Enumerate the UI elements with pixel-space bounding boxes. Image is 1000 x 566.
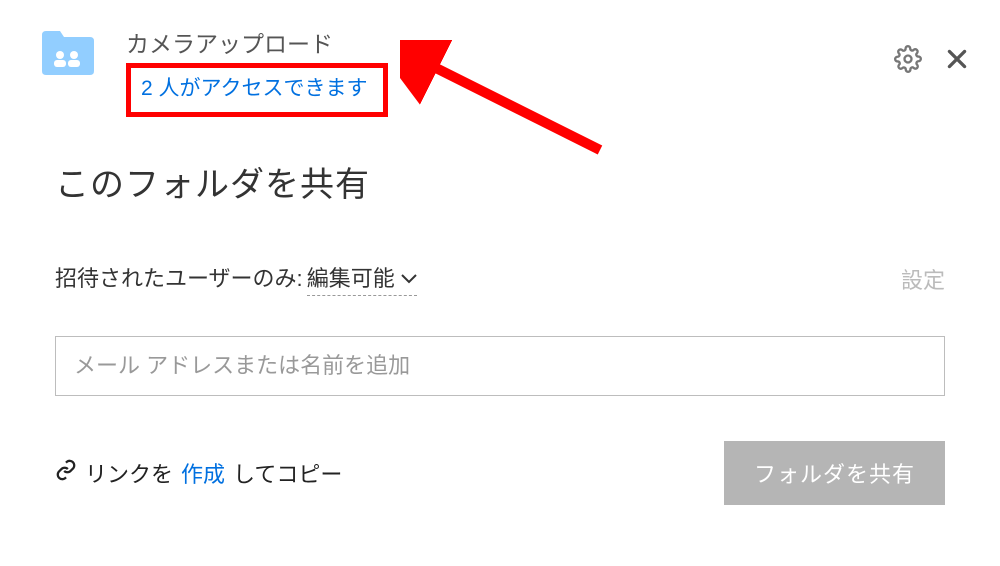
close-icon[interactable]	[944, 46, 970, 72]
dialog-body: このフォルダを共有 招待されたユーザーのみ: 編集可能 設定 リンクを 作成	[0, 127, 1000, 505]
permission-value-text: 編集可能	[307, 261, 395, 293]
permission-label: 招待されたユーザーのみ:	[55, 261, 303, 293]
access-count-link[interactable]: 2 人がアクセスできます	[141, 77, 367, 100]
folder-title: カメラアップロード	[126, 25, 894, 59]
invite-email-input[interactable]	[55, 336, 945, 396]
share-folder-button[interactable]: フォルダを共有	[724, 441, 945, 505]
header-actions	[894, 45, 970, 73]
dialog-header: カメラアップロード 2 人がアクセスできます	[0, 0, 1000, 127]
permission-row: 招待されたユーザーのみ: 編集可能 設定	[55, 261, 945, 296]
link-icon	[55, 459, 77, 487]
settings-gear-icon[interactable]	[894, 45, 922, 73]
folder-info: カメラアップロード 2 人がアクセスできます	[126, 25, 894, 117]
permission-selector: 招待されたユーザーのみ: 編集可能	[55, 261, 417, 296]
dialog-footer: リンクを 作成 してコピー フォルダを共有	[55, 441, 945, 505]
create-link-row: リンクを 作成 してコピー	[55, 457, 342, 489]
link-text-suffix: してコピー	[233, 457, 342, 489]
share-dialog-title: このフォルダを共有	[55, 157, 945, 206]
annotation-highlight-box: 2 人がアクセスできます	[126, 63, 388, 117]
chevron-down-icon	[401, 264, 417, 290]
shared-folder-icon	[40, 29, 96, 75]
link-text-prefix: リンクを	[85, 457, 173, 489]
permission-dropdown[interactable]: 編集可能	[307, 261, 417, 296]
create-link-action[interactable]: 作成	[181, 457, 225, 489]
permission-settings-link[interactable]: 設定	[901, 263, 945, 295]
